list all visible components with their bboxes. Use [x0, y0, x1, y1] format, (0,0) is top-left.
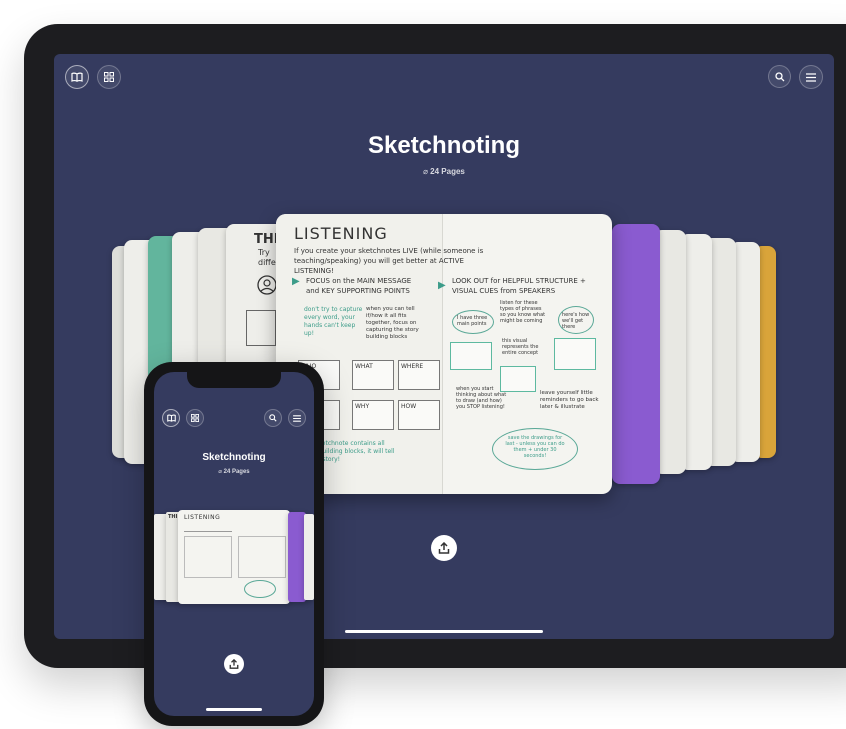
- partial-heading: THI: [254, 232, 279, 247]
- left-note: when you can tell if/how it all fits tog…: [366, 306, 419, 340]
- doodle-box: [184, 536, 232, 578]
- open-page[interactable]: LISTENING If you create your sketchnotes…: [276, 214, 612, 494]
- right-note: this visual represents the entire concep…: [502, 338, 539, 356]
- left-key-point: FOCUS on the MAIN MESSAGE and KEY SUPPOR…: [306, 277, 412, 295]
- doodle-box: [238, 536, 286, 578]
- menu-button[interactable]: [799, 65, 823, 89]
- page-count: ⌀ 24 Pages: [54, 167, 834, 176]
- page-count: ⌀ 24 Pages: [154, 468, 314, 475]
- arrow-marker: ▶: [438, 280, 446, 291]
- page-count-label: 24 Pages: [430, 167, 465, 176]
- doodle-frame: [554, 338, 596, 370]
- grid-icon: [104, 72, 114, 82]
- page-count-label: 24 Pages: [223, 469, 250, 475]
- building-block-box: WHAT: [352, 360, 394, 390]
- book-icon: [71, 72, 83, 82]
- right-footer: save the drawings for last - unless you …: [505, 435, 565, 459]
- page-intro: If you create your sketchnotes LIVE (whi…: [294, 247, 484, 275]
- right-note: here's how we'll get there: [562, 312, 590, 330]
- stacked-page[interactable]: [304, 514, 314, 600]
- building-block-box: HOW: [398, 400, 440, 430]
- building-block-box: WHY: [352, 400, 394, 430]
- phone-device: Sketchnoting ⌀ 24 Pages THI LISTENING: [144, 362, 324, 726]
- right-note: listen for these types of phrases so you…: [500, 300, 546, 324]
- upload-icon: [229, 659, 239, 669]
- search-button[interactable]: [264, 409, 282, 427]
- stacked-page-purple[interactable]: [612, 224, 660, 484]
- hidden-icon: ⌀: [423, 167, 428, 176]
- library-button[interactable]: [65, 65, 89, 89]
- partial-heading: THI: [168, 514, 178, 520]
- share-button[interactable]: [431, 535, 457, 561]
- phone-screen: Sketchnoting ⌀ 24 Pages THI LISTENING: [154, 372, 314, 716]
- box-label: WHAT: [355, 363, 373, 370]
- doodle-box: [246, 310, 276, 346]
- speech-bubble: [244, 580, 276, 598]
- notebook-title: Sketchnoting: [367, 132, 520, 159]
- page-heading: LISTENING: [294, 224, 388, 243]
- search-button[interactable]: [768, 65, 791, 88]
- home-indicator[interactable]: [345, 630, 543, 633]
- box-label: WHERE: [401, 363, 424, 370]
- box-label: WHY: [355, 403, 370, 410]
- notebook-title: Sketchnoting: [202, 452, 266, 463]
- box-label: HOW: [401, 403, 417, 410]
- doodle-box: [184, 526, 232, 532]
- phone-notch: [187, 372, 281, 388]
- search-icon: [269, 414, 277, 422]
- search-icon: [774, 71, 784, 81]
- page-heading: LISTENING: [184, 514, 221, 521]
- right-note: I have three main points: [457, 315, 488, 327]
- grid-view-button[interactable]: [97, 65, 121, 89]
- upload-icon: [438, 542, 450, 554]
- building-block-box: WHERE: [398, 360, 440, 390]
- open-page[interactable]: LISTENING: [178, 510, 290, 604]
- grid-icon: [191, 414, 199, 422]
- partial-text: diffe: [258, 258, 276, 267]
- right-note: leave yourself little reminders to go ba…: [540, 390, 599, 410]
- partial-text: Try: [258, 248, 270, 257]
- arrow-marker: ▶: [292, 276, 300, 287]
- grid-view-button[interactable]: [186, 409, 204, 427]
- right-key-point: LOOK OUT for HELPFUL STRUCTURE + VISUAL …: [452, 277, 586, 295]
- menu-button[interactable]: [288, 409, 306, 427]
- book-icon: [166, 414, 176, 422]
- hidden-icon: ⌀: [218, 469, 222, 475]
- share-button[interactable]: [224, 654, 244, 674]
- right-note: when you start thinking about what to dr…: [456, 386, 507, 410]
- library-button[interactable]: [162, 409, 180, 427]
- person-doodle-icon: [257, 275, 277, 295]
- menu-icon: [806, 72, 816, 82]
- doodle-frame: [450, 342, 492, 370]
- left-note: don't try to capture every word, your ha…: [304, 306, 363, 337]
- home-indicator[interactable]: [206, 708, 262, 711]
- menu-icon: [293, 414, 301, 422]
